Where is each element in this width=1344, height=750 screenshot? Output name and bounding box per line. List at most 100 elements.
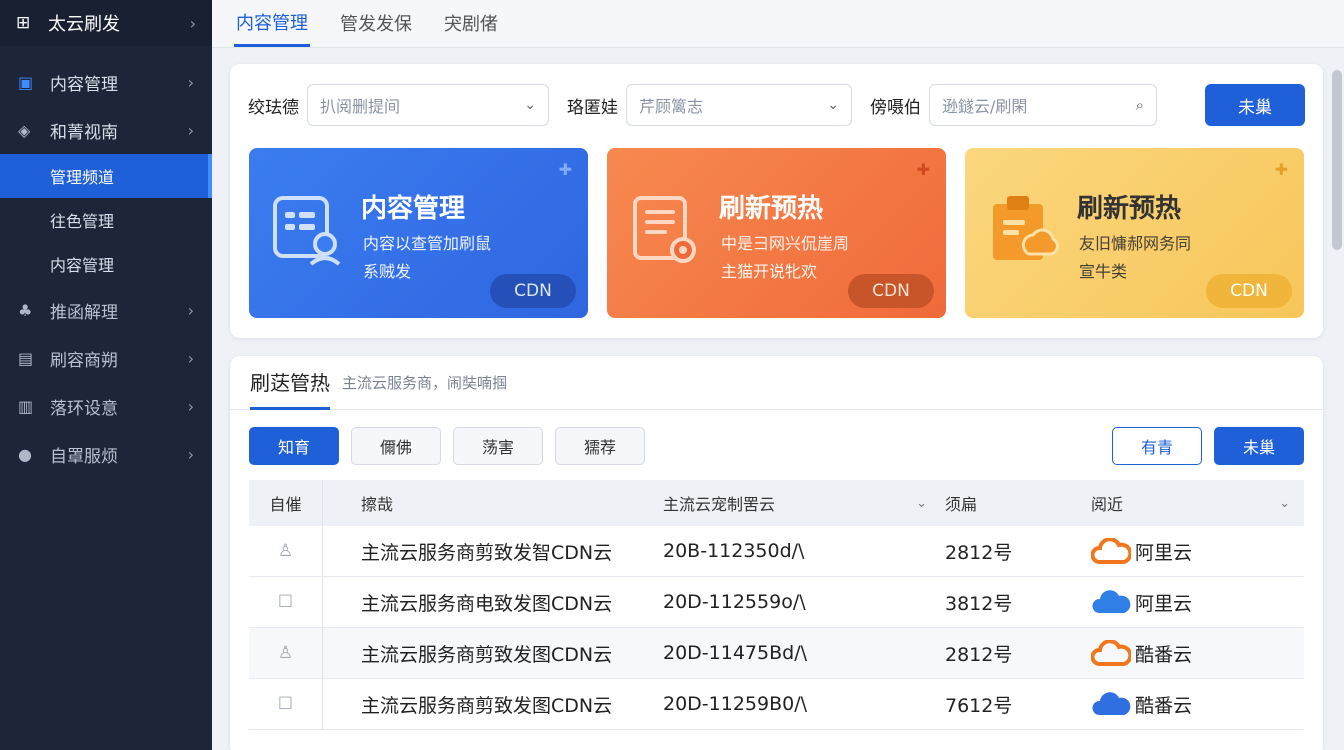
row-name: 主流云服务商剪致发智CDN云 [361,541,613,564]
header-vendor-label: 阅近 [1091,495,1124,514]
cdn-chip[interactable]: CDN [848,274,934,308]
feature-card-refresh[interactable]: ✚ 刷新预热 中是彐网兴侃崖周 主猫开说牝欢 CDN [607,148,946,318]
sidebar-item-2[interactable]: ◈ 和菁视南 › [0,106,212,154]
row-count: 3812号 [945,592,1013,615]
row-code: 20D-11259B0/\ [663,693,808,715]
row-select[interactable]: ☐ [249,679,323,729]
user-group-icon: ♣ [18,300,33,320]
row-name: 主流云服务商剪致发图CDN云 [361,643,613,666]
filter-label-2: 珞匿娃 [567,97,618,118]
tab-2[interactable]: 管发发保 [338,0,414,47]
toolbar-primary-button[interactable]: 未巢 [1214,427,1304,465]
tab-3[interactable]: 宊剧偖 [442,0,500,47]
row-select[interactable]: ♙ [249,628,323,678]
toolbar-button-2[interactable]: 儞佛 [351,427,441,465]
sidebar-item-4[interactable]: ▤ 刷容商朔 › [0,334,212,382]
cloud-icon [1091,538,1131,564]
sidebar-item-label: 内容管理 [50,74,118,95]
card-title: 刷新预热 [1077,194,1182,224]
sidebar-item-5[interactable]: ▥ 落环设意 › [0,382,212,430]
top-tabs: 内容管理 管发发保 宊剧偖 [212,0,1344,48]
table-header: 自催 擦哉 主流云宠制罟云 ⌄ 须扁 阅近 ⌄ [249,480,1304,526]
overview-panel: 绞珐德 扒阅删提间 ⌄ 珞匿娃 芹顾篱志 ⌄ 傍嗫伯 逊鐩云/刷閑 ⌕ 未巢 ✚ [230,64,1323,338]
row-vendor: 酷番云 [1091,691,1304,718]
chevron-right-icon: › [189,13,196,33]
cdn-chip[interactable]: CDN [1206,274,1292,308]
row-select[interactable]: ♙ [249,526,323,576]
cdn-chip[interactable]: CDN [490,274,576,308]
toolbar-button-4[interactable]: 獳荐 [555,427,645,465]
cloud-icon [1092,692,1131,715]
chevron-right-icon: › [187,120,194,140]
section-header: 刷荙管热 主流云服务商，闹奘喃掴 [230,356,1323,410]
table-toolbar: 知育 儞佛 荡害 獳荐 有青 未巢 [249,427,1304,465]
checkbox-icon[interactable]: ☐ [278,592,293,612]
cloud-icon [1092,590,1131,613]
sidebar-item-label: 自罩服烦 [50,446,118,467]
sidebar-item-label: 刷容商朔 [50,350,118,371]
row-count: 2812号 [945,643,1013,666]
table-row[interactable]: ♙ 主流云服务商剪致发图CDN云 20D-11475Bd/\ 2812号 酷番云 [249,628,1304,679]
chevron-right-icon: › [187,348,194,368]
chevron-right-icon: › [187,72,194,92]
search-placeholder: 逊鐩云/刷閑 [942,97,1028,116]
chevron-down-icon: ⌄ [524,97,536,113]
header-select[interactable]: 自催 [249,480,323,526]
row-vendor: 酷番云 [1091,640,1304,667]
sidebar-sub-2[interactable]: 往色管理 [0,198,212,242]
pin-icon[interactable]: ✚ [559,160,572,179]
sidebar-item-3[interactable]: ♣ 推函解理 › [0,286,212,334]
table-row[interactable]: ☐ 主流云服务商剪致发图CDN云 20D-11259B0/\ 7612号 酷番云 [249,679,1304,730]
header-code[interactable]: 主流云宠制罟云 ⌄ [663,491,945,515]
row-vendor: 阿里云 [1091,538,1304,565]
chevron-down-icon[interactable]: ⌄ [916,496,927,511]
checkbox-icon[interactable]: ☐ [278,694,293,714]
card-desc-line-1: 友旧慵郝网务同 [1079,234,1192,253]
sidebar-brand[interactable]: ⊞ 太云刷发 › [0,0,212,46]
document-refresh-icon [633,196,696,263]
shield-icon: ◈ [18,120,31,140]
vendor-name: 阿里云 [1135,541,1193,564]
section-title[interactable]: 刷荙管热 [250,356,330,410]
row-code: 20B-112350d/\ [663,540,805,562]
user-icon[interactable]: ♙ [278,643,293,663]
header-name[interactable]: 擦哉 [323,491,663,515]
row-select[interactable]: ☐ [249,577,323,627]
sidebar-item-6[interactable]: ● 自罩服烦 › [0,430,212,478]
table-row[interactable]: ☐ 主流云服务商电致发图CDN云 20D-112559o/\ 3812号 阿里云 [249,577,1304,628]
feature-card-preheat[interactable]: ✚ 刷新预热 友旧慵郝网务同 宣牛类 CDN [965,148,1304,318]
filter-select-1[interactable]: 扒阅删提间 ⌄ [307,84,549,126]
tab-content-management[interactable]: 内容管理 [234,0,310,47]
sidebar-item-label: 推函解理 [50,302,118,323]
row-code: 20D-112559o/\ [663,591,806,613]
toolbar-button-1[interactable]: 知育 [249,427,339,465]
row-name: 主流云服务商剪致发图CDN云 [361,694,613,717]
header-vendor[interactable]: 阅近 ⌄ [1091,491,1304,515]
pin-icon[interactable]: ✚ [917,160,930,179]
search-input[interactable]: 逊鐩云/刷閑 ⌕ [929,84,1157,126]
sidebar-sub-channel[interactable]: 管理频道 [0,154,212,198]
toolbar-outline-button[interactable]: 有青 [1112,427,1202,465]
feature-card-content[interactable]: ✚ 内容管理 内容以查管加刷鼠 系贼发 CDN [249,148,588,318]
row-count: 7612号 [945,694,1013,717]
row-vendor: 阿里云 [1091,589,1304,616]
location-pin-icon: ● [18,444,32,464]
card-title: 刷新预热 [719,194,824,224]
filter-label-1: 绞珐德 [248,97,299,118]
sidebar-item-content[interactable]: ▣ 内容管理 › [0,58,212,106]
pin-icon[interactable]: ✚ [1275,160,1288,179]
user-icon[interactable]: ♙ [278,541,293,561]
filter-select-2[interactable]: 芹顾篱志 ⌄ [626,84,852,126]
chevron-down-icon[interactable]: ⌄ [1279,496,1290,511]
table-row[interactable]: ♙ 主流云服务商剪致发智CDN云 20B-112350d/\ 2812号 阿里云 [249,526,1304,577]
select-value: 芹顾篱志 [639,97,704,116]
submit-button[interactable]: 未巢 [1205,84,1305,126]
row-name: 主流云服务商电致发图CDN云 [361,592,613,615]
card-desc-line-1: 内容以查管加刷鼠 [363,234,492,253]
header-count[interactable]: 须扁 [945,491,1091,515]
row-count: 2812号 [945,541,1013,564]
brand-label: 太云刷发 [48,14,120,35]
sidebar-sub-content[interactable]: 内容管理 [0,242,212,286]
toolbar-button-3[interactable]: 荡害 [453,427,543,465]
page-scrollbar-thumb[interactable] [1332,70,1342,250]
